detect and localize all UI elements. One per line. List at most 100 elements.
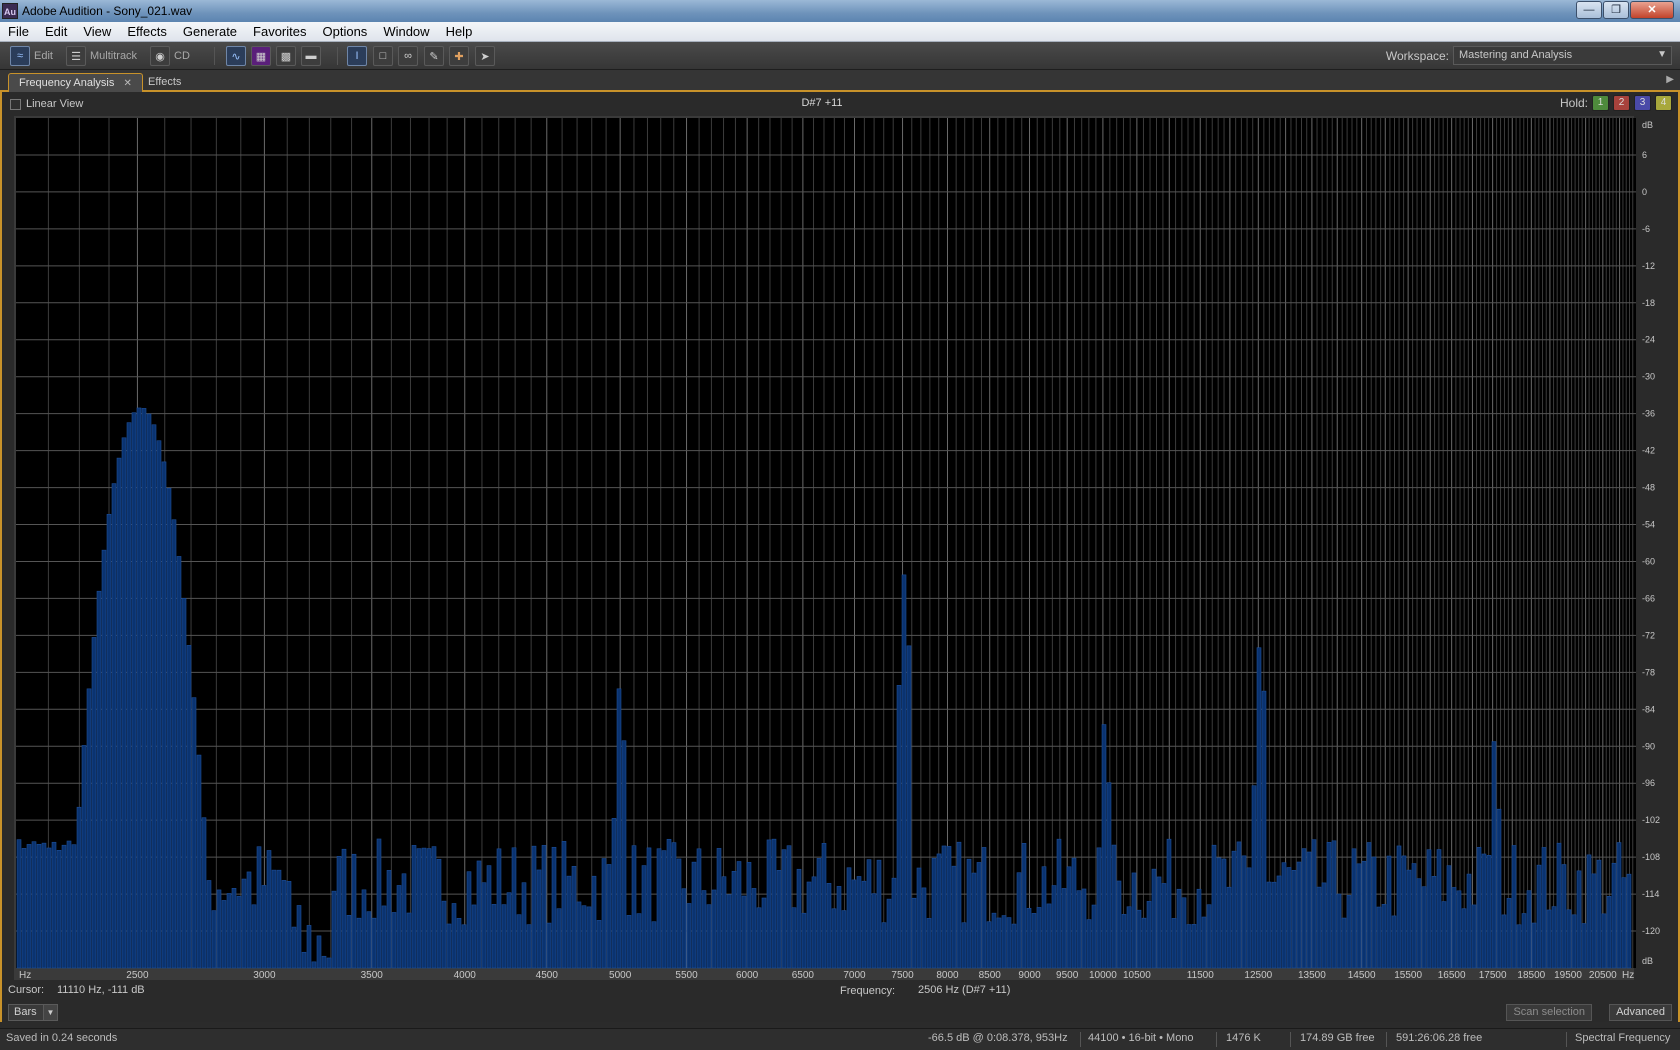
menu-bar: File Edit View Effects Generate Favorite…	[0, 22, 1680, 42]
spectrum-bar	[1621, 877, 1627, 969]
spectrum-bar	[196, 754, 202, 969]
spectrum-bar	[51, 841, 57, 969]
spectrum-bar	[36, 843, 42, 969]
spectrum-bar	[421, 847, 427, 969]
spectrum-bar	[211, 910, 217, 969]
spectrum-bar	[576, 901, 582, 969]
healing-bandage-icon: ✚	[449, 46, 469, 66]
cd-view-label: CD	[174, 50, 190, 62]
spectrum-bar	[1161, 883, 1167, 969]
multitrack-view-button[interactable]: ☰ Multitrack	[66, 46, 137, 66]
display-mode-dropdown[interactable]: Bars ▼	[8, 1004, 58, 1021]
frequency-spectrum-chart[interactable]: 2500 3000 3500 4000 4500 5000 5500 6000 6500 7000…	[2, 116, 1678, 980]
spectrum-bar	[1456, 890, 1462, 969]
restore-icon[interactable]: ❐	[1603, 1, 1629, 19]
spectrum-bar	[1536, 864, 1542, 969]
spectrum-bar	[491, 904, 497, 969]
spectrum-bar	[101, 549, 107, 969]
scan-selection-button[interactable]: Scan selection	[1506, 1004, 1592, 1021]
menu-file[interactable]: File	[0, 24, 37, 39]
advanced-button[interactable]: Advanced	[1609, 1004, 1672, 1021]
spectrum-bar	[276, 869, 282, 969]
y-tick-label: -36	[1642, 409, 1655, 419]
spectrum-bar	[836, 886, 842, 969]
edit-view-button[interactable]: ≈ Edit	[10, 46, 53, 66]
spectrum-bar	[206, 880, 212, 969]
tab-frequency-analysis[interactable]: Frequency Analysis ✕	[8, 73, 143, 92]
waveform-display-button[interactable]: ∿	[226, 46, 246, 66]
minimize-icon[interactable]: —	[1576, 1, 1602, 19]
spectrum-bar	[271, 869, 277, 969]
menu-favorites[interactable]: Favorites	[245, 24, 314, 39]
tab-effects[interactable]: Effects	[138, 73, 191, 92]
spectral-display-button[interactable]: ▦	[251, 46, 271, 66]
spectrum-bar	[981, 847, 987, 969]
audition-app-icon[interactable]: Au	[2, 3, 18, 19]
spectrum-bar	[66, 840, 72, 969]
spectrum-bar	[886, 898, 892, 969]
spectrum-bar	[91, 637, 97, 969]
spectrum-bar	[1371, 856, 1377, 969]
menu-generate[interactable]: Generate	[175, 24, 245, 39]
spectrum-bar	[1421, 886, 1427, 969]
menu-edit[interactable]: Edit	[37, 24, 75, 39]
spectrum-bar	[96, 590, 102, 969]
menu-view[interactable]: View	[75, 24, 119, 39]
menu-help[interactable]: Help	[438, 24, 481, 39]
spectrum-bar	[716, 848, 722, 969]
spectrum-bar	[546, 922, 552, 969]
spectrum-bar	[946, 846, 952, 969]
window-controls: — ❐ ✕	[1576, 1, 1674, 19]
spectrum-bar	[126, 422, 132, 969]
spectrum-bar	[246, 871, 252, 969]
spectral-phase-button[interactable]: ▬	[301, 46, 321, 66]
y-tick-label: -54	[1642, 520, 1655, 530]
x-tick-label: 18500	[1517, 970, 1545, 980]
spectrum-bar	[231, 888, 237, 969]
marquee-tool[interactable]: □	[373, 46, 393, 66]
healing-tool[interactable]: ✚	[449, 46, 469, 66]
menu-options[interactable]: Options	[315, 24, 376, 39]
status-size: 1476 K	[1226, 1032, 1261, 1044]
hold-button-3[interactable]: 3	[1634, 95, 1651, 111]
spectrum-bar	[351, 853, 357, 969]
spectrum-bar	[1206, 904, 1212, 969]
spectrum-bar	[581, 905, 587, 969]
spectrum-bar	[236, 895, 242, 969]
x-tick-label: 5500	[675, 970, 698, 980]
spectrum-bar	[1391, 915, 1397, 969]
brush-tool[interactable]: ✎	[424, 46, 444, 66]
time-selection-tool[interactable]: I	[347, 46, 367, 66]
hold-button-4[interactable]: 4	[1655, 95, 1672, 111]
spectrum-bar	[606, 864, 612, 969]
spectral-pan-button[interactable]: ▩	[276, 46, 296, 66]
spectrum-bar	[681, 888, 687, 969]
close-icon[interactable]: ✕	[1630, 1, 1674, 19]
x-tick-label: 14500	[1348, 970, 1376, 980]
spectrum-bar	[996, 917, 1002, 969]
spectrum-bar	[1151, 868, 1157, 969]
waveform-display-icon: ∿	[226, 46, 246, 66]
spectrum-bar	[1296, 861, 1302, 969]
plot-area	[16, 118, 1636, 968]
spectrum-bar	[361, 889, 367, 969]
panel-menu-icon[interactable]: ▶	[1666, 74, 1674, 85]
menu-window[interactable]: Window	[375, 24, 437, 39]
status-format: 44100 • 16-bit • Mono	[1088, 1032, 1194, 1044]
edit-view-label: Edit	[34, 50, 53, 62]
cd-view-button[interactable]: ◉ CD	[150, 46, 190, 66]
close-tab-icon[interactable]: ✕	[123, 78, 131, 89]
spectrum-bar	[226, 893, 232, 969]
y-tick-label: -30	[1642, 372, 1655, 382]
menu-effects[interactable]: Effects	[119, 24, 175, 39]
lasso-tool[interactable]: ∞	[398, 46, 418, 66]
hold-button-1[interactable]: 1	[1592, 95, 1609, 111]
workspace-dropdown[interactable]: Mastering and Analysis ▼	[1453, 46, 1672, 65]
spectrum-bar	[1496, 808, 1502, 969]
hold-button-2[interactable]: 2	[1613, 95, 1630, 111]
x-tick-label: 15500	[1394, 970, 1422, 980]
cursor-label: Cursor:	[8, 984, 45, 996]
spectrum-bar	[41, 842, 47, 969]
scrub-tool[interactable]: ➤	[475, 46, 495, 66]
spectrum-bar	[1021, 843, 1027, 969]
